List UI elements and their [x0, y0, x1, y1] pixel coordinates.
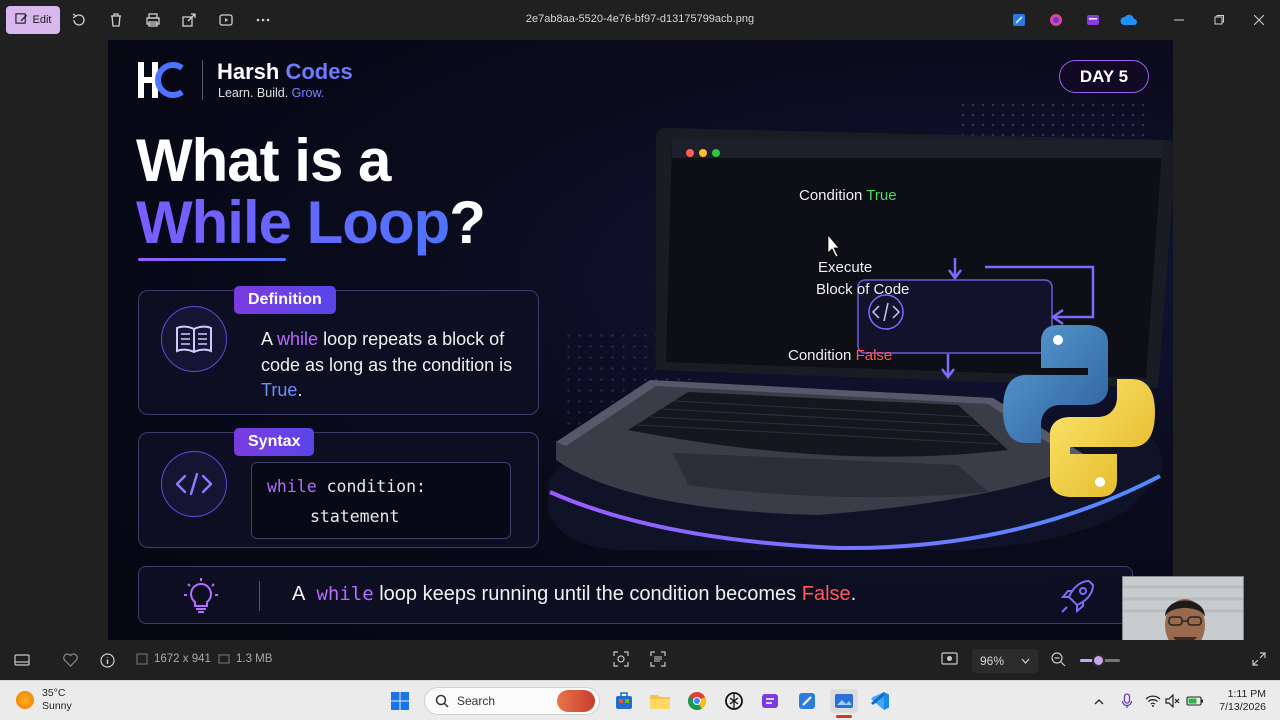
info-icon[interactable] [100, 653, 115, 668]
chevron-down-icon [1021, 658, 1030, 664]
banner-divider [259, 581, 260, 611]
clock-date: 7/13/2026 [1219, 701, 1266, 713]
windows-start-icon[interactable] [388, 689, 412, 713]
close-icon[interactable] [1249, 10, 1269, 30]
book-icon [161, 306, 227, 372]
syntax-code-block: while condition: statement [251, 462, 511, 539]
lightbulb-icon [183, 578, 219, 621]
flow-condition-false: Condition False [788, 347, 893, 364]
image-canvas[interactable]: Harsh Codes Learn. Build. Grow. DAY 5 Wh… [0, 40, 1280, 640]
clipchamp-taskbar-icon[interactable] [758, 689, 782, 713]
flow-condition-true: Condition True [799, 187, 897, 204]
windows-taskbar: 35°C Sunny Search 1:11 PM 7/13/2026 [0, 680, 1280, 720]
taskbar-search[interactable]: Search [424, 687, 600, 715]
titlebar: Edit 2e7ab8aa-5520-4e76-bf97-d13175799ac… [0, 0, 1280, 40]
search-highlight-image [557, 690, 595, 712]
headline-line2: While Loop? [136, 189, 486, 256]
weather-widget[interactable]: 35°C Sunny [16, 687, 72, 713]
designer-taskbar-icon[interactable] [795, 689, 819, 713]
store-icon[interactable] [612, 689, 636, 713]
file-size: 1.3 MB [218, 653, 272, 665]
sun-icon [16, 691, 34, 709]
scan-icon[interactable] [650, 651, 666, 667]
fullscreen-icon[interactable] [1252, 652, 1266, 666]
definition-label: Definition [234, 286, 336, 314]
logo-divider [202, 60, 203, 100]
definition-card: Definition A while loop repeats a block … [138, 286, 539, 415]
syntax-card: Syntax while condition: statement [138, 428, 539, 548]
onedrive-icon[interactable] [1119, 10, 1139, 30]
slide-image: Harsh Codes Learn. Build. Grow. DAY 5 Wh… [108, 40, 1173, 640]
weather-condition: Sunny [42, 700, 72, 712]
microphone-icon[interactable] [1117, 689, 1137, 713]
zoom-dropdown[interactable]: 96% [972, 649, 1038, 673]
statusbar: 1672 x 941 1.3 MB 96% [0, 640, 1280, 680]
fit-to-window-icon[interactable] [941, 651, 958, 666]
chatgpt-icon[interactable] [722, 689, 746, 713]
face-detect-icon[interactable] [613, 651, 629, 667]
wifi-icon[interactable] [1143, 689, 1163, 713]
brand-name: Harsh Codes [217, 59, 353, 84]
code-icon [161, 451, 227, 517]
clock-time: 1:11 PM [1227, 688, 1266, 700]
rocket-icon [1059, 577, 1097, 620]
image-dimensions: 1672 x 941 [136, 653, 211, 665]
paint-app-icon[interactable] [1046, 10, 1066, 30]
file-explorer-icon[interactable] [648, 689, 672, 713]
search-icon [435, 694, 449, 708]
search-placeholder: Search [457, 694, 496, 708]
summary-text: A while loop keeps running until the con… [292, 583, 857, 605]
headline-underline [138, 258, 286, 261]
hc-logo [138, 62, 184, 98]
summary-banner: A while loop keeps running until the con… [138, 566, 1133, 624]
clipchamp-icon[interactable] [1083, 10, 1103, 30]
zoom-slider[interactable] [1080, 654, 1120, 667]
heart-icon[interactable] [63, 653, 78, 667]
designer-app-icon[interactable] [1009, 10, 1029, 30]
zoom-out-icon[interactable] [1051, 652, 1066, 667]
maximize-icon[interactable] [1209, 10, 1229, 30]
volume-muted-icon[interactable] [1163, 689, 1183, 713]
definition-text: A while loop repeats a block of code as … [261, 329, 513, 400]
brand-tagline: Learn. Build. Grow. [218, 86, 325, 100]
chevron-up-icon[interactable] [1089, 689, 1109, 713]
flow-execute-box-text: Execute Block of Code [816, 259, 910, 298]
minimize-icon[interactable] [1169, 10, 1189, 30]
photos-taskbar-icon[interactable] [830, 689, 858, 718]
battery-icon[interactable] [1185, 689, 1205, 713]
chrome-icon[interactable] [685, 689, 709, 713]
clock[interactable]: 1:11 PM 7/13/2026 [1212, 688, 1266, 714]
weather-temperature: 35°C [42, 687, 66, 699]
syntax-label: Syntax [234, 428, 315, 456]
zoom-slider-handle[interactable] [1092, 654, 1105, 667]
headline-line1: What is a [136, 127, 391, 194]
filmstrip-icon[interactable] [14, 653, 30, 667]
day-badge: DAY 5 [1059, 60, 1149, 93]
vscode-icon[interactable] [868, 689, 892, 713]
